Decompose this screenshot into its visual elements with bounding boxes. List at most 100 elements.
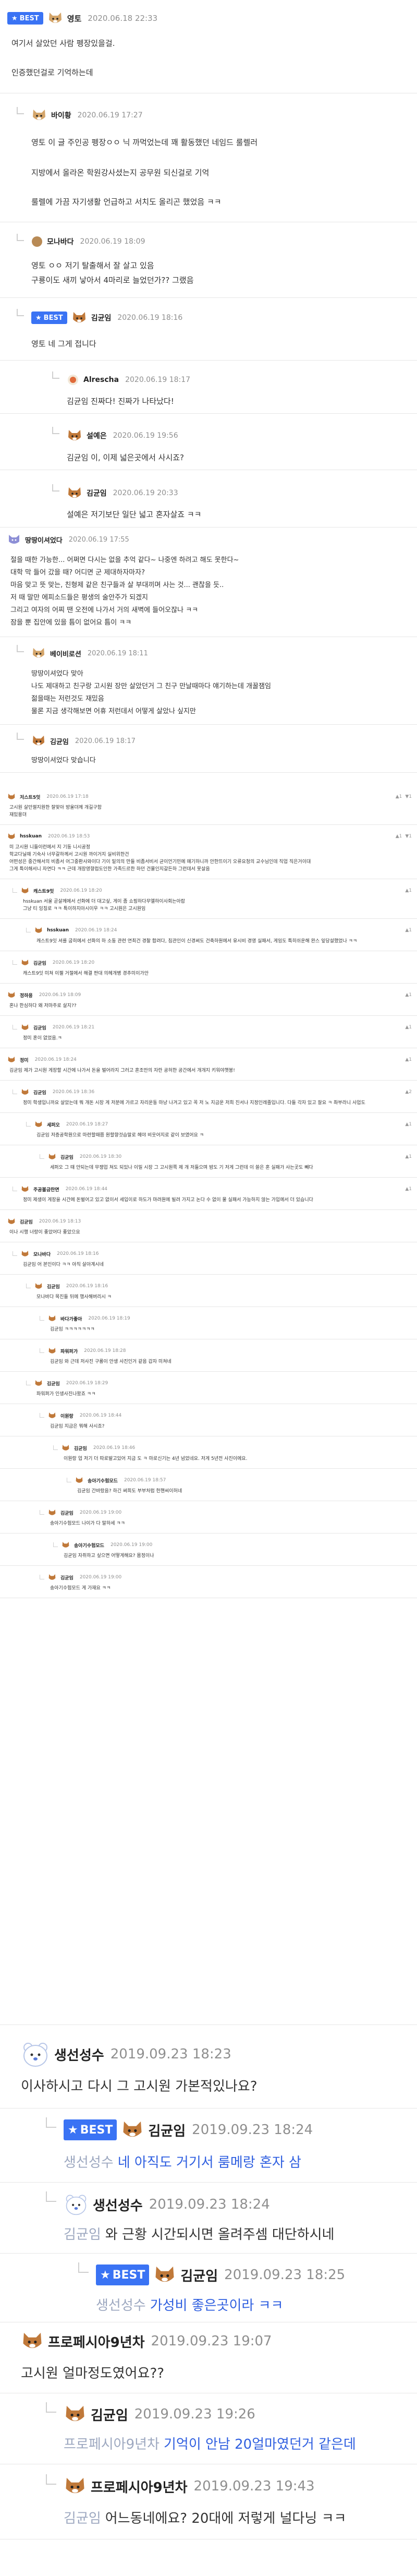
upvote-count[interactable]: ▲1 [396,794,402,799]
vote-counts[interactable]: ▲1 [402,888,412,893]
upvote-count[interactable]: ▲1 [405,928,412,933]
vote-counts[interactable]: ▲1 ▼1 [393,834,412,839]
bear-avatar-icon[interactable] [64,2194,89,2215]
nickname[interactable]: 김균임 [180,2266,218,2285]
shiba-avatar-icon[interactable] [67,429,82,442]
bear-avatar-icon[interactable] [21,2041,50,2067]
shiba-avatar-icon[interactable] [48,1153,56,1160]
nickname[interactable]: 김균임 [60,1154,73,1160]
nickname[interactable]: 저스트5잇 [20,794,40,800]
nickname[interactable]: 바다가좋아 [60,1315,82,1322]
vote-counts[interactable]: ▲1 [402,1025,412,1030]
vote-counts[interactable]: ▲1 [402,1187,412,1192]
nickname[interactable]: 바이황 [51,110,71,121]
shiba-avatar-icon[interactable] [21,1024,29,1031]
nickname[interactable]: 김균임 [60,1509,73,1516]
nickname[interactable]: 김균임 [91,313,112,323]
shiba-avatar-icon[interactable] [34,927,43,934]
nickname[interactable]: 김균임 [50,736,69,746]
nickname[interactable]: 김균임 [91,2405,128,2424]
shiba-avatar-icon[interactable] [75,1477,83,1484]
vote-counts[interactable]: ▲2 [402,1089,412,1095]
shiba-avatar-icon[interactable] [21,2331,44,2351]
shiba-avatar-icon[interactable] [31,109,47,122]
shiba-avatar-icon[interactable] [31,647,46,660]
shiba-avatar-icon[interactable] [34,1380,43,1387]
nickname[interactable]: 주공볼금란면 [33,1186,59,1193]
nickname[interactable]: 프로페시아9년차 [91,2477,188,2496]
upvote-count[interactable]: ▲1 [405,1025,412,1030]
shiba-avatar-icon[interactable] [67,486,82,500]
nickname[interactable]: 김균임 [148,2120,186,2140]
shiba-avatar-icon[interactable] [34,1121,43,1128]
chicken-avatar-icon[interactable] [67,374,79,386]
upvote-count[interactable]: ▲1 [405,1154,412,1159]
shiba-avatar-icon[interactable] [31,735,46,747]
upvote-count[interactable]: ▲1 [396,834,402,839]
cat-avatar-icon[interactable] [7,533,21,546]
nickname[interactable]: 김균임 [87,488,107,498]
vote-counts[interactable]: ▲1 [402,1057,412,1062]
shiba-avatar-icon[interactable] [7,793,16,800]
nickname[interactable]: 김균임 [47,1283,60,1290]
shiba-avatar-icon[interactable] [21,1185,29,1193]
nickname[interactable]: Alrescha [83,376,119,384]
downvote-count[interactable]: ▼1 [405,834,412,839]
shiba-avatar-icon[interactable] [21,959,29,966]
vote-counts[interactable]: ▲1 ▼1 [393,794,412,799]
shiba-avatar-icon[interactable] [7,1056,16,1063]
nickname[interactable]: 영토 [67,13,82,24]
nickname[interactable]: 파워퍼가 [60,1348,78,1355]
coin-avatar-icon[interactable] [31,236,43,247]
vote-counts[interactable]: ▲1 [402,928,412,933]
nickname[interactable]: 땅땅이셔었다 [25,535,63,545]
shiba-avatar-icon[interactable] [47,11,63,25]
upvote-count[interactable]: ▲2 [405,1089,412,1095]
shiba-avatar-icon[interactable] [48,1412,56,1419]
nickname[interactable]: 김균임 [33,960,46,966]
nickname[interactable]: 모나바다 [33,1251,51,1257]
nickname[interactable]: 김균임 [33,1089,46,1096]
upvote-count[interactable]: ▲1 [405,992,412,998]
vote-counts[interactable]: ▲1 [402,992,412,998]
upvote-count[interactable]: ▲1 [405,1057,412,1062]
nickname[interactable]: 모나바다 [47,236,74,247]
shiba-avatar-icon[interactable] [21,1250,29,1257]
shiba-avatar-icon[interactable] [48,1315,56,1322]
nickname[interactable]: 생선성수 [93,2195,143,2214]
upvote-count[interactable]: ▲1 [405,888,412,893]
upvote-count[interactable]: ▲1 [405,1122,412,1127]
nickname[interactable]: 김균임 [47,1380,60,1387]
nickname[interactable]: 캐스트9잇 [33,888,54,894]
shiba-avatar-icon[interactable] [7,1218,16,1225]
shiba-avatar-icon[interactable] [62,1541,70,1549]
shiba-avatar-icon[interactable] [121,2120,144,2140]
nickname[interactable]: 정하용 [20,992,33,999]
shiba-avatar-icon[interactable] [34,1283,43,1290]
shiba-avatar-icon[interactable] [7,991,16,999]
nickname[interactable]: 김균임 [74,1445,87,1452]
shiba-avatar-icon[interactable] [48,1574,56,1581]
shiba-avatar-icon[interactable] [48,1347,56,1355]
nickname[interactable]: 송아기수험모드 [88,1477,118,1484]
downvote-count[interactable]: ▼1 [405,794,412,799]
upvote-count[interactable]: ▲1 [405,1187,412,1192]
nickname[interactable]: 이원랑 [60,1412,73,1419]
nickname[interactable]: hsskuan [20,834,42,839]
shiba-avatar-icon[interactable] [48,1509,56,1516]
nickname[interactable]: 김균임 [60,1574,73,1581]
nickname[interactable]: 송아기수험모드 [74,1542,104,1549]
shiba-avatar-icon[interactable] [153,2265,176,2285]
nickname[interactable]: 설예은 [87,430,107,441]
vote-counts[interactable]: ▲1 [402,1122,412,1127]
shiba-avatar-icon[interactable] [7,833,16,840]
shiba-avatar-icon[interactable] [64,2476,87,2496]
shiba-avatar-icon[interactable] [64,2404,87,2424]
nickname[interactable]: hsskuan [47,928,69,933]
shiba-avatar-icon[interactable] [71,311,87,325]
nickname[interactable]: 프로페시아9년차 [48,2332,145,2351]
nickname[interactable]: 세퍼오 [47,1121,60,1128]
shiba-avatar-icon[interactable] [21,1088,29,1096]
nickname[interactable]: 베이비로션 [50,649,81,658]
shiba-avatar-icon[interactable] [62,1444,70,1452]
